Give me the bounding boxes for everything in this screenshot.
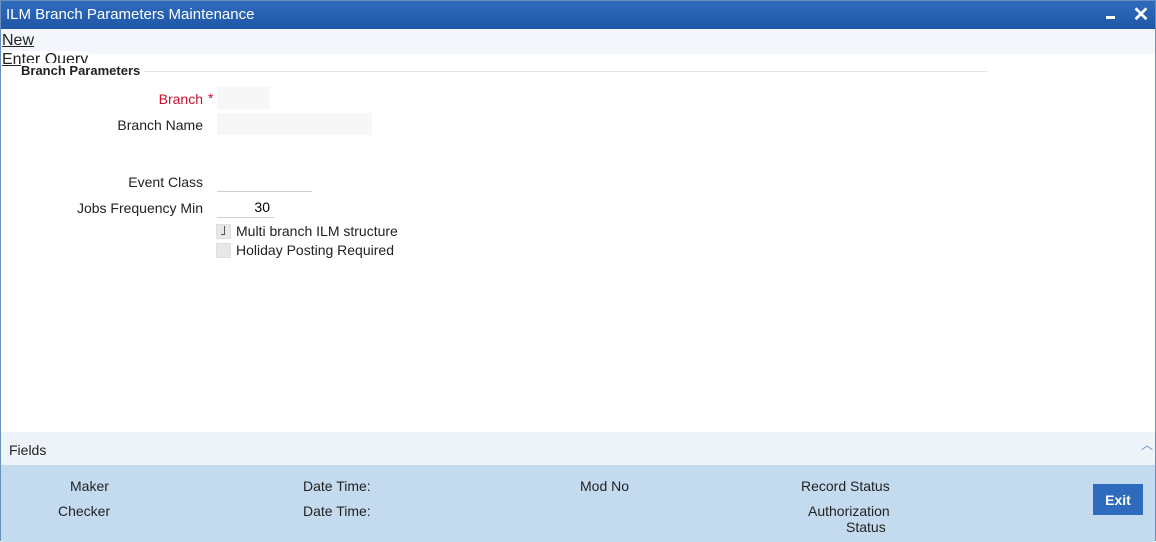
checker-date-time-label: Date Time:: [303, 503, 371, 519]
multi-branch-label: Multi branch ILM structure: [236, 223, 398, 239]
mod-no-label: Mod No: [580, 478, 630, 494]
window-title: ILM Branch Parameters Maintenance: [6, 6, 255, 23]
event-class-input[interactable]: [217, 170, 312, 192]
fields-bar[interactable]: Fields ︿: [1, 432, 1155, 465]
multi-branch-checkbox[interactable]: [216, 224, 231, 239]
event-class-label: Event Class: [128, 174, 203, 190]
checker-label: Checker: [58, 503, 111, 519]
check-icon: [221, 226, 225, 235]
jobs-frequency-input[interactable]: [217, 196, 274, 218]
record-status-label: Record Status: [801, 478, 890, 494]
maker-label: Maker: [70, 478, 109, 494]
section-title: Branch Parameters: [21, 63, 145, 78]
holiday-posting-label: Holiday Posting Required: [236, 242, 394, 258]
status-label: Status: [846, 519, 886, 535]
app-window: ILM Branch Parameters Maintenance ✕ New …: [0, 0, 1156, 542]
minimize-icon[interactable]: [1101, 5, 1121, 25]
title-bar: ILM Branch Parameters Maintenance ✕: [1, 1, 1155, 29]
audit-panel: [1, 465, 1155, 542]
close-icon[interactable]: ✕: [1131, 5, 1151, 25]
required-marker: *: [208, 90, 214, 106]
branch-name-label: Branch Name: [117, 117, 203, 133]
fields-label: Fields: [9, 442, 47, 458]
authorization-label: Authorization: [808, 503, 890, 519]
branch-name-input[interactable]: [217, 113, 372, 135]
branch-input[interactable]: [217, 87, 270, 109]
new-link[interactable]: New: [2, 32, 34, 50]
branch-label: Branch: [158, 91, 203, 107]
exit-button[interactable]: Exit: [1093, 484, 1143, 515]
chevron-up-icon[interactable]: ︿: [1141, 436, 1153, 453]
maker-date-time-label: Date Time:: [303, 478, 371, 494]
holiday-posting-checkbox[interactable]: [216, 243, 231, 258]
section-divider: [21, 71, 987, 72]
jobs-frequency-label: Jobs Frequency Min: [76, 200, 203, 216]
menu-strip: [1, 29, 1155, 54]
